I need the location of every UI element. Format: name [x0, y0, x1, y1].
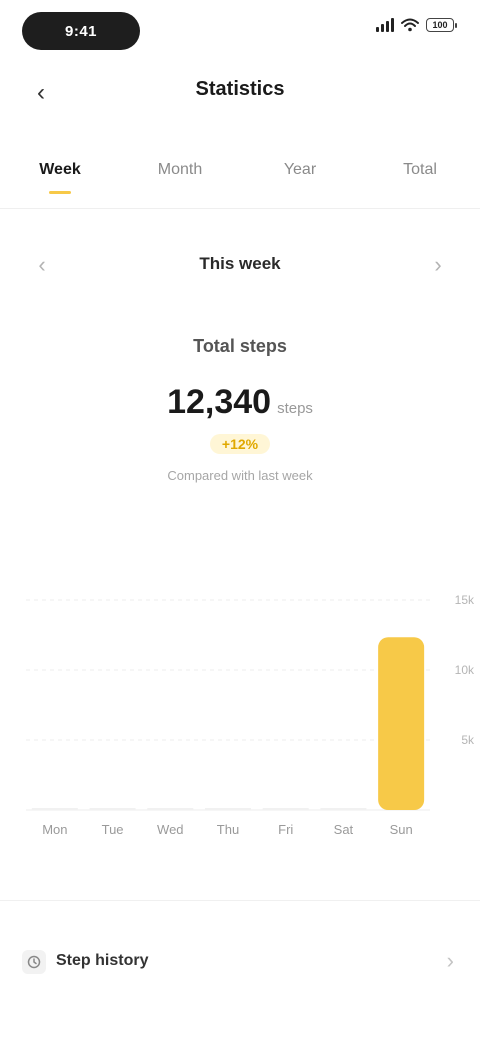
summary-label: Total steps [193, 336, 287, 356]
summary: Total steps 12,340 steps +12% Compared w… [0, 336, 480, 483]
date-navigator: ‹ This week › [0, 236, 480, 292]
y-tick-label: 15k [455, 593, 475, 607]
history-row[interactable]: Step history › [0, 930, 480, 994]
tab-year[interactable]: Year [240, 140, 360, 200]
chevron-right-icon: › [446, 948, 454, 973]
battery-icon: 100 [426, 18, 457, 32]
bar-sun[interactable] [378, 637, 425, 810]
battery-level: 100 [432, 20, 448, 30]
bar-chart: 15k 10k 5k Mon Tue Wed Thu Fri Sat Sun [26, 593, 475, 837]
date-range-label: This week [199, 254, 281, 273]
divider [0, 208, 480, 209]
x-tick-label: Tue [102, 822, 124, 837]
status-icons: 100 [376, 18, 457, 32]
bar-wed[interactable] [147, 808, 194, 810]
chevron-right-icon: › [434, 252, 442, 277]
next-period-button[interactable]: › [420, 250, 456, 280]
bar-tue[interactable] [89, 808, 136, 810]
signal-icon [376, 18, 394, 32]
bar-thu[interactable] [205, 808, 251, 810]
y-tick-label: 10k [455, 663, 475, 677]
steps-chart: 15k 10k 5k Mon Tue Wed Thu Fri Sat Sun [0, 560, 480, 860]
nav-header: ‹ Statistics [0, 64, 480, 120]
x-tick-label: Fri [278, 822, 293, 837]
tab-month[interactable]: Month [120, 140, 240, 200]
tab-total[interactable]: Total [360, 140, 480, 200]
history-row-label: Step history [56, 952, 149, 969]
x-tick-label: Wed [157, 822, 184, 837]
status-bar: 9:41 100 [0, 0, 480, 64]
x-tick-label: Sun [390, 822, 413, 837]
x-tick-label: Thu [217, 822, 239, 837]
wifi-icon [401, 18, 419, 32]
bar-fri[interactable] [262, 808, 309, 810]
x-tick-label: Sat [334, 822, 354, 837]
divider [0, 900, 480, 901]
summary-note: Compared with last week [167, 468, 313, 483]
page-title: Statistics [195, 78, 285, 100]
history-icon [22, 950, 46, 974]
status-time: 9:41 [22, 12, 140, 50]
y-tick-label: 5k [461, 733, 475, 747]
bar-sat[interactable] [320, 808, 367, 810]
change-badge: +12% [209, 434, 271, 454]
period-tabs: Week Month Year Total [0, 140, 480, 200]
tab-week[interactable]: Week [0, 140, 120, 200]
bar-mon[interactable] [31, 808, 78, 810]
summary-value: 12,340 [167, 383, 272, 421]
x-tick-label: Mon [42, 822, 67, 837]
summary-value-row: 12,340 steps [0, 383, 480, 422]
summary-unit: steps [277, 400, 313, 417]
